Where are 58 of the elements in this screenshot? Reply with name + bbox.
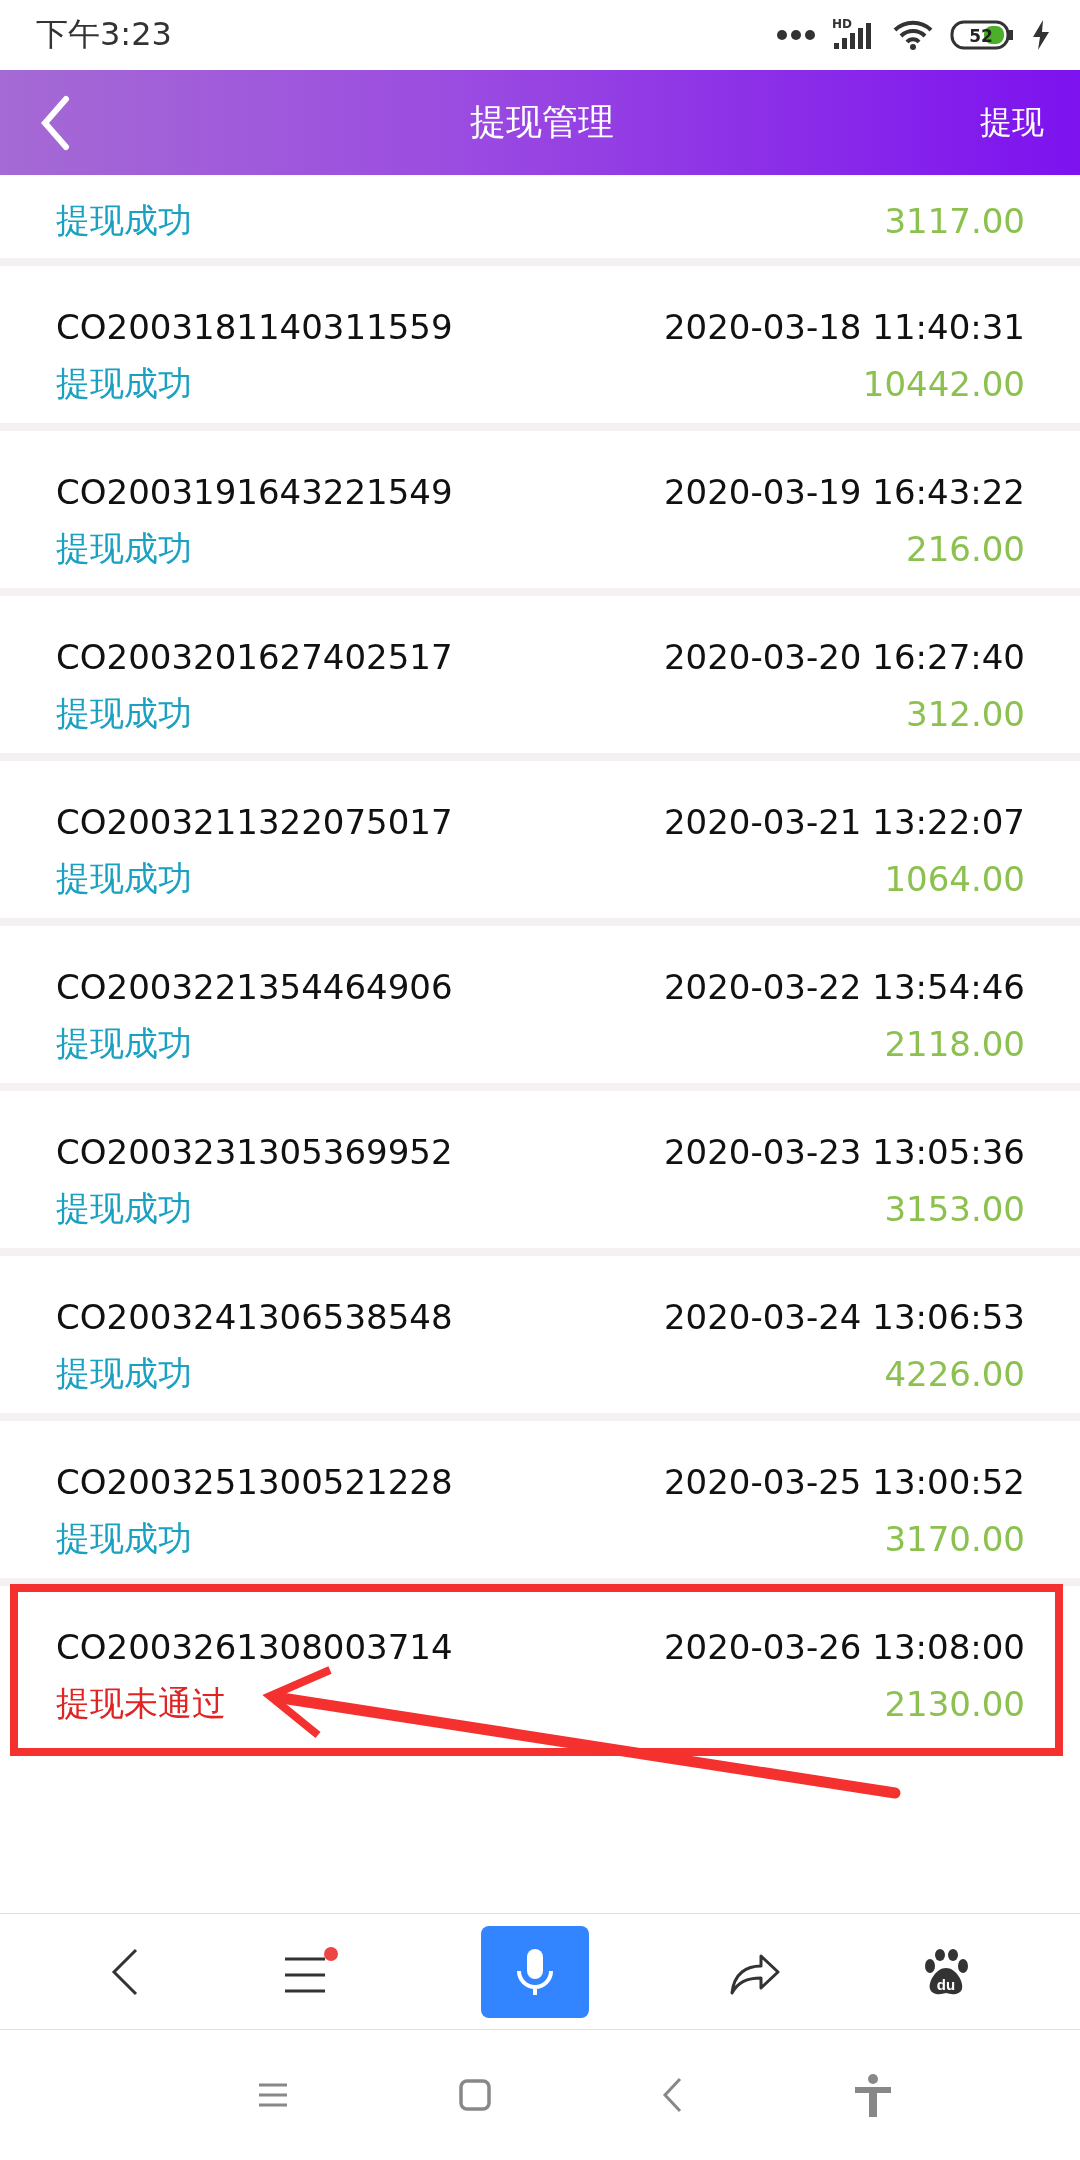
order-time: 2020-03-26 13:08:00	[663, 1627, 1025, 1667]
withdraw-status: 提现成功	[56, 1517, 192, 1560]
withdraw-amount: 2130.00	[884, 1684, 1025, 1724]
withdraw-amount: 312.00	[906, 694, 1025, 734]
withdraw-button[interactable]: 提现	[980, 100, 1044, 145]
order-number: CO2003251300521228	[56, 1462, 453, 1502]
withdraw-status: 提现成功	[56, 1187, 192, 1230]
record-row[interactable]: CO2003231305369952 2020-03-23 13:05:36 提现成功 3153.00	[0, 1091, 1080, 1248]
withdraw-amount: 216.00	[906, 529, 1025, 569]
home-icon[interactable]	[459, 2079, 491, 2111]
order-time: 2020-03-18 11:40:31	[663, 307, 1025, 347]
order-time: 2020-03-19 16:43:22	[663, 472, 1025, 512]
order-time: 2020-03-21 13:22:07	[663, 802, 1025, 842]
order-number: CO2003261308003714	[56, 1627, 453, 1667]
record-row[interactable]: CO2003221354464906 2020-03-22 13:54:46 提现成功 2118.00	[0, 926, 1080, 1083]
microphone-icon	[514, 1946, 555, 1997]
withdraw-amount: 2118.00	[884, 1024, 1025, 1064]
order-number: CO2003231305369952	[56, 1132, 453, 1172]
record-row[interactable]: CO2003181140311559 2020-03-18 11:40:31 提现成功 10442.00	[0, 266, 1080, 423]
order-time: 2020-03-24 13:06:53	[663, 1297, 1025, 1337]
voice-search-button[interactable]	[480, 1925, 589, 2018]
withdraw-status: 提现成功	[56, 857, 192, 900]
page-title: 提现管理	[470, 100, 614, 144]
record-row[interactable]: CO2003211322075017 2020-03-21 13:22:07 提现成功 1064.00	[0, 761, 1080, 918]
order-number: CO2003201627402517	[56, 637, 453, 677]
wifi-icon	[892, 19, 934, 51]
withdraw-status: 提现成功	[56, 1352, 192, 1395]
withdraw-amount: 4226.00	[884, 1354, 1025, 1394]
charging-icon	[1032, 20, 1050, 50]
withdraw-status: 提现成功	[56, 527, 192, 570]
order-number: CO2003181140311559	[56, 307, 453, 347]
withdraw-status: 提现成功	[56, 1022, 192, 1065]
order-number: CO2003221354464906	[56, 967, 453, 1007]
order-number: CO2003241306538548	[56, 1297, 453, 1337]
record-row[interactable]: CO2003241306538548 2020-03-24 13:06:53 提现成功 4226.00	[0, 1256, 1080, 1413]
withdraw-status: 提现成功	[56, 692, 192, 735]
order-time: 2020-03-25 13:00:52	[663, 1462, 1025, 1502]
accessibility-icon[interactable]	[853, 2073, 893, 2117]
withdraw-amount: 3153.00	[884, 1189, 1025, 1229]
record-row[interactable]: CO2003261308003714 2020-03-26 13:08:00 提现未通过 2130.00	[0, 1586, 1080, 1743]
withdraw-amount: 3117.00	[884, 201, 1025, 241]
withdraw-status: 提现成功	[56, 199, 192, 242]
record-row[interactable]: CO2003191643221549 2020-03-19 16:43:22 提现成功 216.00	[0, 431, 1080, 588]
withdraw-status: 提现成功	[56, 362, 192, 405]
order-time: 2020-03-22 13:54:46	[663, 967, 1025, 1007]
order-time: 2020-03-20 16:27:40	[663, 637, 1025, 677]
record-row[interactable]: CO2003251300521228 2020-03-25 13:00:52 提现成功 3170.00	[0, 1421, 1080, 1578]
withdraw-amount: 1064.00	[884, 859, 1025, 899]
withdraw-status: 提现未通过	[56, 1682, 226, 1725]
withdraw-amount: 10442.00	[862, 364, 1025, 404]
withdraw-amount: 3170.00	[884, 1519, 1025, 1559]
order-time: 2020-03-23 13:05:36	[663, 1132, 1025, 1172]
record-row[interactable]: CO2003201627402517 2020-03-20 16:27:40 提现成功 312.00	[0, 596, 1080, 753]
status-time: 下午3:23	[36, 14, 172, 55]
back-button[interactable]	[40, 94, 70, 151]
order-number: CO2003211322075017	[56, 802, 453, 842]
more-dots-icon	[776, 29, 816, 41]
order-number: CO2003191643221549	[56, 472, 453, 512]
